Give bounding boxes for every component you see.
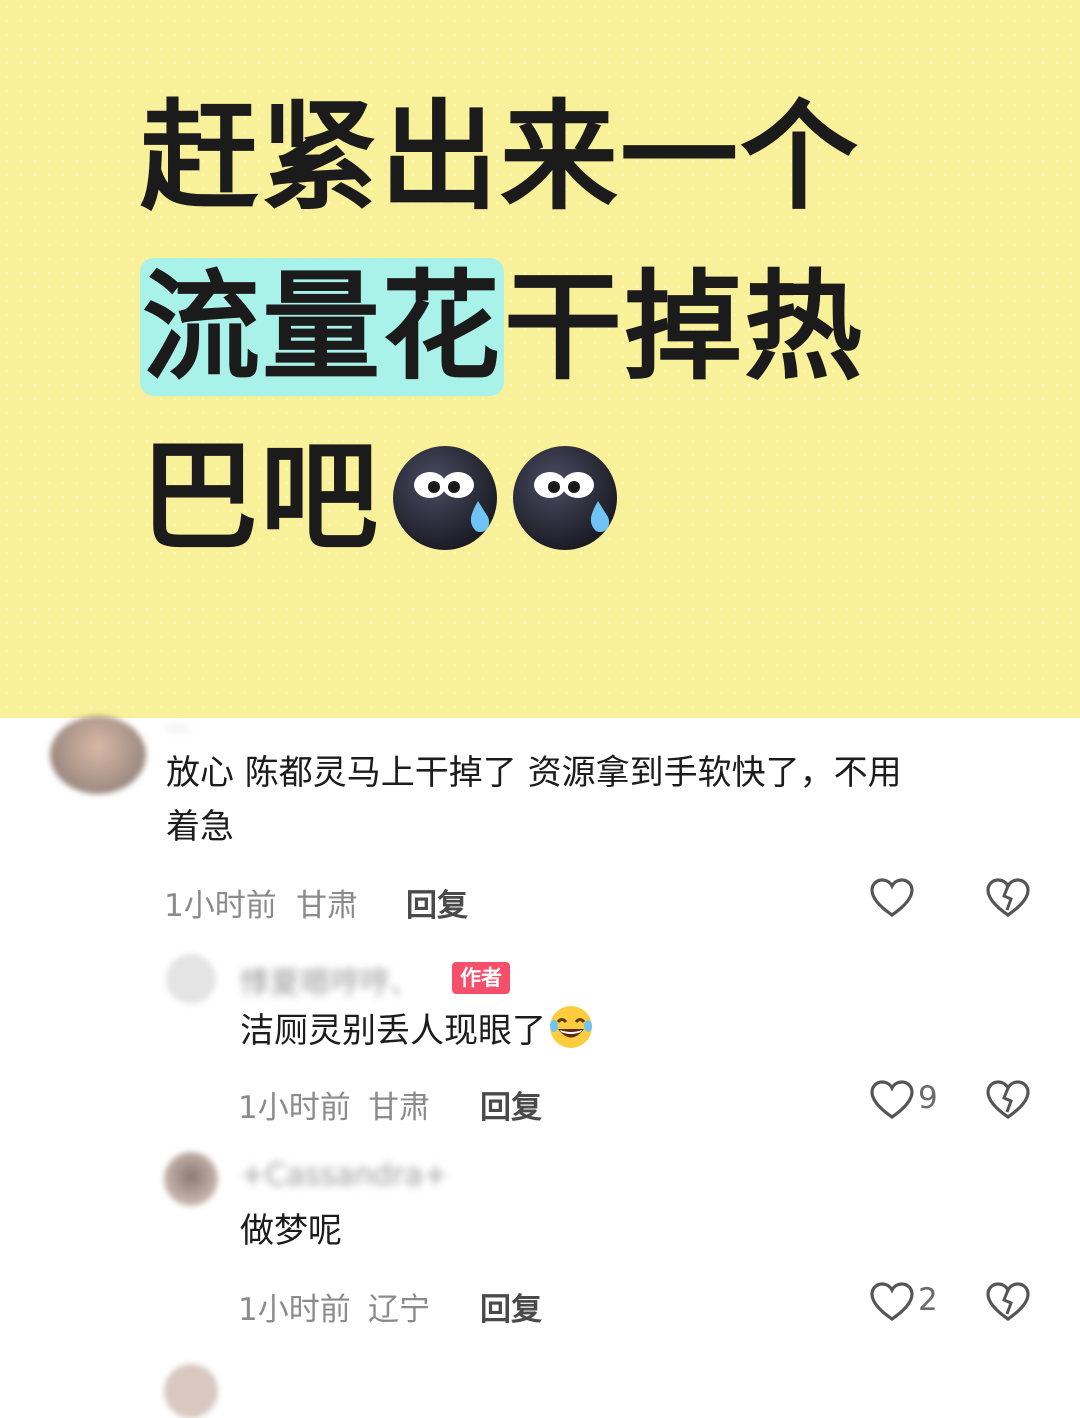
comment-text-continued: 着急 [166,807,234,847]
sweat-face-icon [510,443,620,553]
dislike-icon[interactable] [986,1080,1030,1120]
laughing-tears-icon [550,1006,592,1048]
comment-location: 甘肃 [296,888,358,924]
like-count: 2 [918,1282,938,1318]
comment-time: 1小时前 [238,1292,351,1328]
comment-username[interactable]: ... [166,708,189,736]
comment-username[interactable]: +Cassandra+ [240,1158,448,1193]
reply-button[interactable]: 回复 [480,1082,542,1127]
comment-text-body: 洁厕灵别丢人现眼了 [240,1011,546,1051]
headline-highlight: 流量花 [140,258,505,396]
comment-time: 1小时前 [164,888,277,924]
comment-location: 甘肃 [368,1090,430,1126]
like-count: 9 [918,1080,938,1116]
reply-button[interactable]: 回复 [406,880,468,925]
reply-button[interactable]: 回复 [480,1284,542,1329]
comment-location: 辽宁 [368,1292,430,1328]
author-badge: 作者 [452,962,510,994]
like-icon[interactable] [870,1080,914,1120]
comment-time: 1小时前 [238,1090,351,1126]
avatar[interactable] [166,954,216,1004]
avatar[interactable] [164,1364,218,1418]
comment-username[interactable]: 悸夏嗯哼哼、 [240,958,420,1002]
comment-text: 做梦呢 [240,1211,342,1251]
headline-line-2: 流量花干掉热 [140,258,864,396]
headline-line-2-rest: 干掉热 [504,258,865,396]
headline-line-3: 巴吧 [140,438,620,561]
comment-list: ... 放心 陈都灵马上干掉了 资源拿到手软快了，不用 着急 1小时前 甘肃 回… [0,708,1080,1418]
like-icon[interactable] [870,878,914,918]
headline-line-1: 赶紧出来一个 [140,88,861,226]
comment-text: 洁厕灵别丢人现眼了 [240,1004,594,1058]
avatar[interactable] [50,716,146,794]
dislike-icon[interactable] [986,1282,1030,1322]
like-icon[interactable] [870,1282,914,1322]
headline-line-3-text: 巴吧 [140,428,381,566]
avatar[interactable] [164,1152,218,1206]
headline-banner: 赶紧出来一个 流量花干掉热 巴吧 [0,0,1080,718]
dislike-icon[interactable] [986,878,1030,918]
comment-text: 放心 陈都灵马上干掉了 资源拿到手软快了，不用 [166,753,902,793]
sweat-face-icon [390,443,500,553]
